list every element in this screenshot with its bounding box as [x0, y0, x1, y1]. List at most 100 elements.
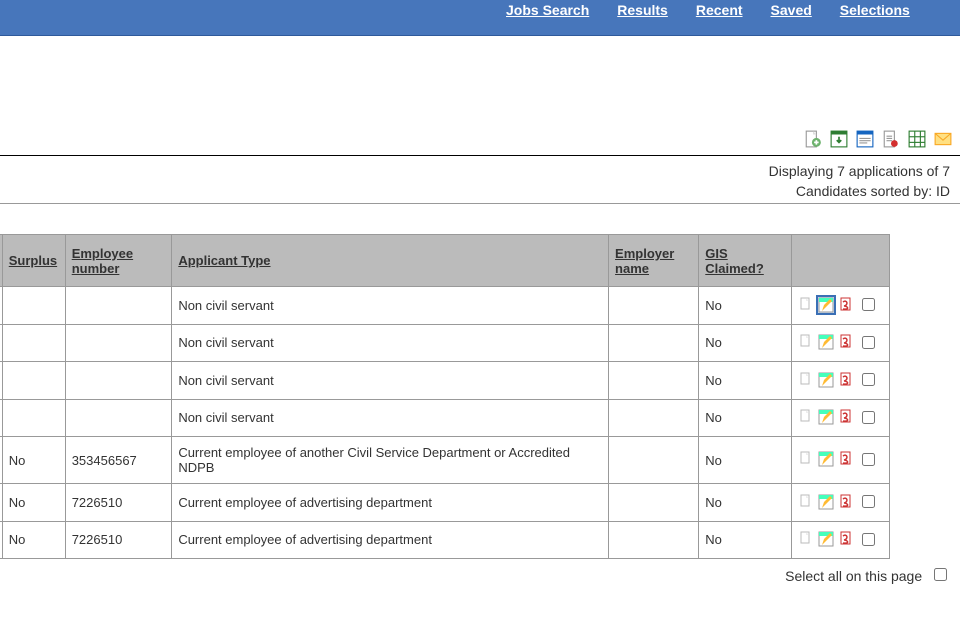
cell-applicant-type: Non civil servant: [172, 362, 609, 400]
nav-recent[interactable]: Recent: [696, 2, 743, 18]
view-document-icon[interactable]: [798, 409, 814, 425]
view-document-icon[interactable]: [798, 334, 814, 350]
col-surplus[interactable]: Surplus: [2, 235, 65, 287]
nav-tabs: Jobs Search Results Recent Saved Selecti…: [506, 2, 910, 18]
cell-employee-number: 7226510: [65, 484, 172, 522]
col-gis-claimed[interactable]: GISClaimed?: [699, 235, 791, 287]
spreadsheet-icon[interactable]: [908, 130, 926, 148]
cell-actions: [791, 437, 889, 484]
edit-application-icon[interactable]: [818, 372, 834, 388]
cell-employee-number: [65, 287, 172, 325]
pdf-icon[interactable]: [838, 531, 854, 547]
cell-employer-name: [609, 521, 699, 559]
view-document-icon[interactable]: [798, 531, 814, 547]
view-document-icon[interactable]: [798, 372, 814, 388]
cell-actions: [791, 484, 889, 522]
nav-results[interactable]: Results: [617, 2, 668, 18]
cell-surplus: No: [2, 484, 65, 522]
edit-application-icon[interactable]: [818, 297, 834, 313]
row-select-checkbox[interactable]: [862, 453, 875, 466]
edit-application-icon[interactable]: [818, 451, 834, 467]
cell-employee-number: 7226510: [65, 521, 172, 559]
cell-employee-number: 353456567: [65, 437, 172, 484]
cell-employer-name: [609, 484, 699, 522]
nav-selections[interactable]: Selections: [840, 2, 910, 18]
top-nav-bar: Jobs Search Results Recent Saved Selecti…: [0, 0, 960, 36]
cell-gis-claimed: No: [699, 362, 791, 400]
row-select-checkbox[interactable]: [862, 495, 875, 508]
select-all-label: Select all on this page: [785, 568, 922, 584]
row-select-checkbox[interactable]: [862, 533, 875, 546]
pdf-icon[interactable]: [838, 409, 854, 425]
col-employee-number[interactable]: Employeenumber: [65, 235, 172, 287]
table-row: ting siftNo7226510Current employee of ad…: [0, 484, 890, 522]
edit-application-icon[interactable]: [818, 409, 834, 425]
select-all-footer: Select all on this page: [0, 559, 960, 584]
word-export-icon[interactable]: [856, 130, 874, 148]
view-document-icon[interactable]: [798, 494, 814, 510]
cell-employer-name: [609, 324, 699, 362]
cell-actions: [791, 362, 889, 400]
sorted-text: Candidates sorted by: ID: [0, 182, 950, 202]
cell-applicant-type: Non civil servant: [172, 324, 609, 362]
table-row: ting siftNon civil servantNo: [0, 287, 890, 325]
edit-application-icon[interactable]: [818, 334, 834, 350]
pdf-icon[interactable]: [838, 494, 854, 510]
pdf-icon[interactable]: [838, 451, 854, 467]
cell-surplus: [2, 324, 65, 362]
cell-surplus: [2, 362, 65, 400]
cell-employer-name: [609, 437, 699, 484]
cell-employer-name: [609, 287, 699, 325]
table-row: ting siftNo7226510Current employee of ad…: [0, 521, 890, 559]
cell-gis-claimed: No: [699, 521, 791, 559]
page-doc-icon[interactable]: [882, 130, 900, 148]
mail-icon[interactable]: [934, 130, 952, 148]
results-meta: Displaying 7 applications of 7 Candidate…: [0, 156, 960, 204]
row-select-checkbox[interactable]: [862, 336, 875, 349]
edit-application-icon[interactable]: [818, 531, 834, 547]
cell-applicant-type: Non civil servant: [172, 287, 609, 325]
cell-employer-name: [609, 399, 699, 437]
col-actions: [791, 235, 889, 287]
pdf-icon[interactable]: [838, 297, 854, 313]
row-select-checkbox[interactable]: [862, 298, 875, 311]
cell-surplus: [2, 399, 65, 437]
row-select-checkbox[interactable]: [862, 373, 875, 386]
pdf-icon[interactable]: [838, 334, 854, 350]
table-header-row: icantus Surplus Employeenumber Applicant…: [0, 235, 890, 287]
edit-application-icon[interactable]: [818, 494, 834, 510]
cell-actions: [791, 287, 889, 325]
cell-gis-claimed: No: [699, 287, 791, 325]
toolbar: [0, 36, 960, 156]
displaying-text: Displaying 7 applications of 7: [0, 162, 950, 182]
col-employer-name[interactable]: Employername: [609, 235, 699, 287]
excel-export-icon[interactable]: [830, 130, 848, 148]
cell-gis-claimed: No: [699, 437, 791, 484]
nav-jobs-search[interactable]: Jobs Search: [506, 2, 589, 18]
cell-actions: [791, 399, 889, 437]
cell-employee-number: [65, 324, 172, 362]
cell-applicant-type: Non civil servant: [172, 399, 609, 437]
select-all-checkbox[interactable]: [934, 568, 947, 581]
cell-actions: [791, 521, 889, 559]
table-row: ting siftNon civil servantNo: [0, 324, 890, 362]
table-row: ting siftNo353456567Current employee of …: [0, 437, 890, 484]
cell-gis-claimed: No: [699, 324, 791, 362]
view-document-icon[interactable]: [798, 297, 814, 313]
cell-applicant-type: Current employee of another Civil Servic…: [172, 437, 609, 484]
row-select-checkbox[interactable]: [862, 411, 875, 424]
table-row: ting siftNon civil servantNo: [0, 362, 890, 400]
pdf-icon[interactable]: [838, 372, 854, 388]
view-document-icon[interactable]: [798, 451, 814, 467]
col-applicant-type[interactable]: Applicant Type: [172, 235, 609, 287]
cell-gis-claimed: No: [699, 484, 791, 522]
page-add-icon[interactable]: [804, 130, 822, 148]
cell-applicant-type: Current employee of advertising departme…: [172, 484, 609, 522]
cell-surplus: No: [2, 437, 65, 484]
cell-employee-number: [65, 399, 172, 437]
applications-table: icantus Surplus Employeenumber Applicant…: [0, 234, 890, 559]
cell-employee-number: [65, 362, 172, 400]
cell-gis-claimed: No: [699, 399, 791, 437]
cell-applicant-type: Current employee of advertising departme…: [172, 521, 609, 559]
nav-saved[interactable]: Saved: [771, 2, 812, 18]
